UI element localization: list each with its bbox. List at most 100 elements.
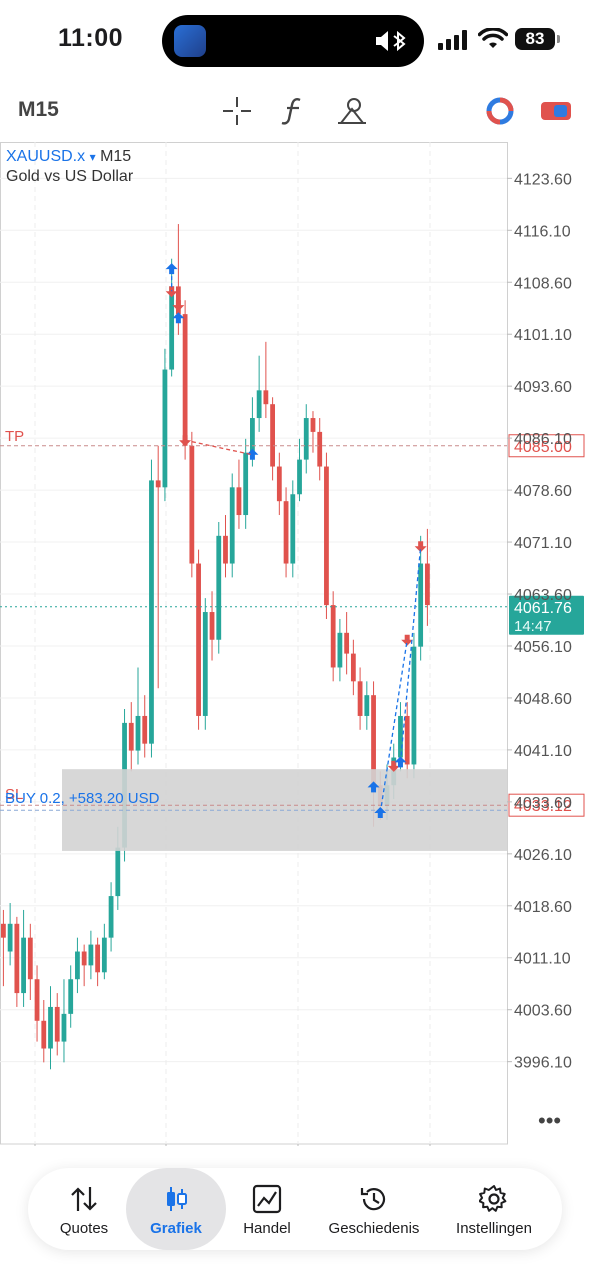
- candle-body: [357, 681, 363, 716]
- symbol-description: Gold vs US Dollar: [6, 168, 134, 185]
- symbol-timeframe: M15: [100, 148, 132, 165]
- price-tick-label: 4018.60: [514, 899, 572, 916]
- color-wheel-icon[interactable]: [484, 96, 516, 126]
- trade-panel-icon[interactable]: [540, 96, 572, 126]
- candle-body: [250, 418, 255, 453]
- trade-link-line: [184, 439, 253, 456]
- price-tick-label: 4026.10: [514, 847, 572, 864]
- price-tick-label: 4041.10: [514, 743, 572, 760]
- nav-settings-label: Instellingen: [456, 1220, 532, 1237]
- candle-body: [34, 979, 40, 1021]
- gear-icon: [479, 1185, 507, 1212]
- more-options-icon[interactable]: •••: [538, 1108, 561, 1133]
- candle-body: [243, 452, 249, 516]
- trade-chart-icon: [252, 1184, 282, 1214]
- candle-body: [21, 937, 26, 994]
- plot-frame: [0, 142, 508, 1145]
- price-tick-label: 4123.60: [514, 171, 572, 188]
- nav-history[interactable]: Geschiedenis: [318, 1168, 430, 1250]
- candle-body: [1, 923, 6, 938]
- candle-body: [310, 418, 316, 432]
- trade-link-line: [399, 546, 422, 763]
- candle-body: [149, 480, 154, 744]
- price-tick-label: 4056.10: [514, 639, 572, 656]
- tp-label: TP: [5, 428, 24, 445]
- price-tick-label: 4071.10: [514, 535, 572, 552]
- cellular-signal-icon: [438, 30, 467, 50]
- candle-body: [344, 632, 350, 654]
- candle-body: [209, 612, 215, 640]
- candle-body: [142, 715, 148, 744]
- battery-icon: 83: [515, 28, 555, 50]
- price-chart[interactable]: TP4085.00SLBUY 0.2, +583.20 USD 4033.1240…: [0, 142, 590, 1146]
- candle-body: [337, 632, 343, 668]
- candle-body: [27, 937, 33, 980]
- price-tick-label: 4078.60: [514, 483, 572, 500]
- candle-body: [155, 480, 161, 488]
- candle-body: [404, 715, 410, 765]
- candle-body: [223, 535, 228, 564]
- nav-quotes[interactable]: Quotes: [28, 1168, 140, 1250]
- candle-body: [324, 466, 329, 606]
- candle-body: [135, 715, 141, 751]
- candle-body: [411, 646, 417, 765]
- price-tick-label: 4011.10: [514, 951, 571, 968]
- nav-settings[interactable]: Instellingen: [442, 1168, 546, 1250]
- wifi-icon: [478, 28, 508, 48]
- candle-body: [61, 1013, 67, 1042]
- candle-body: [317, 431, 323, 467]
- nav-chart-label: Grafiek: [150, 1220, 202, 1237]
- symbol-header[interactable]: XAUUSD.x ▾ M15: [6, 148, 131, 166]
- candle-body: [182, 314, 188, 446]
- candle-body: [81, 951, 87, 966]
- symbol-caret-icon[interactable]: ▾: [90, 150, 96, 164]
- nav-history-label: Geschiedenis: [328, 1220, 420, 1237]
- price-tick-label: 4108.60: [514, 275, 572, 292]
- candle-body: [398, 715, 403, 758]
- candlestick-icon: [167, 1187, 187, 1211]
- bluetooth-audio-icon: [376, 30, 406, 52]
- candle-body: [283, 501, 289, 564]
- bottom-navigation: Quotes Grafiek Handel Geschiedenis Inste…: [28, 1168, 562, 1250]
- candle-body: [68, 979, 74, 1014]
- bar-countdown-label: 14:47: [514, 618, 552, 635]
- price-tick-label: 3996.10: [514, 1055, 572, 1072]
- price-tick-label: 4003.60: [514, 1003, 572, 1020]
- chart-toolbar: M15: [0, 88, 590, 134]
- symbol-name[interactable]: XAUUSD.x: [6, 148, 85, 165]
- candle-body: [256, 390, 262, 419]
- candle-body: [202, 612, 208, 716]
- candle-body: [115, 847, 121, 897]
- candle-body: [48, 1006, 53, 1049]
- candle-body: [7, 923, 13, 952]
- nav-chart[interactable]: Grafiek: [126, 1168, 226, 1250]
- candle-body: [350, 653, 356, 682]
- crosshair-icon[interactable]: [221, 96, 253, 126]
- candle-body: [229, 487, 235, 564]
- history-icon: [360, 1188, 386, 1211]
- candle-body: [330, 605, 336, 668]
- candle-body: [303, 418, 309, 460]
- drawing-tools-icon[interactable]: [336, 96, 368, 126]
- candle-body: [297, 459, 302, 495]
- candle-body: [216, 535, 222, 640]
- sort-arrows-icon: [71, 1187, 97, 1211]
- price-tick-label: 4086.10: [514, 431, 572, 448]
- candle-body: [270, 404, 275, 467]
- nav-trade[interactable]: Handel: [224, 1168, 310, 1250]
- candle-body: [189, 445, 195, 564]
- candle-body: [263, 390, 269, 405]
- battery-tip: [557, 35, 560, 43]
- timeframe-selector[interactable]: M15: [18, 98, 59, 122]
- nav-quotes-label: Quotes: [59, 1220, 109, 1237]
- dynamic-island[interactable]: [162, 15, 424, 67]
- candle-body: [169, 286, 175, 370]
- candle-body: [54, 1006, 60, 1042]
- candle-body: [108, 896, 114, 938]
- nav-trade-label: Handel: [243, 1220, 291, 1237]
- status-time: 11:00: [58, 24, 124, 52]
- candle-body: [418, 563, 424, 647]
- position-label[interactable]: BUY 0.2, +583.20 USD: [5, 790, 160, 807]
- media-thumbnail-icon: [174, 25, 206, 57]
- function-icon[interactable]: [278, 96, 310, 126]
